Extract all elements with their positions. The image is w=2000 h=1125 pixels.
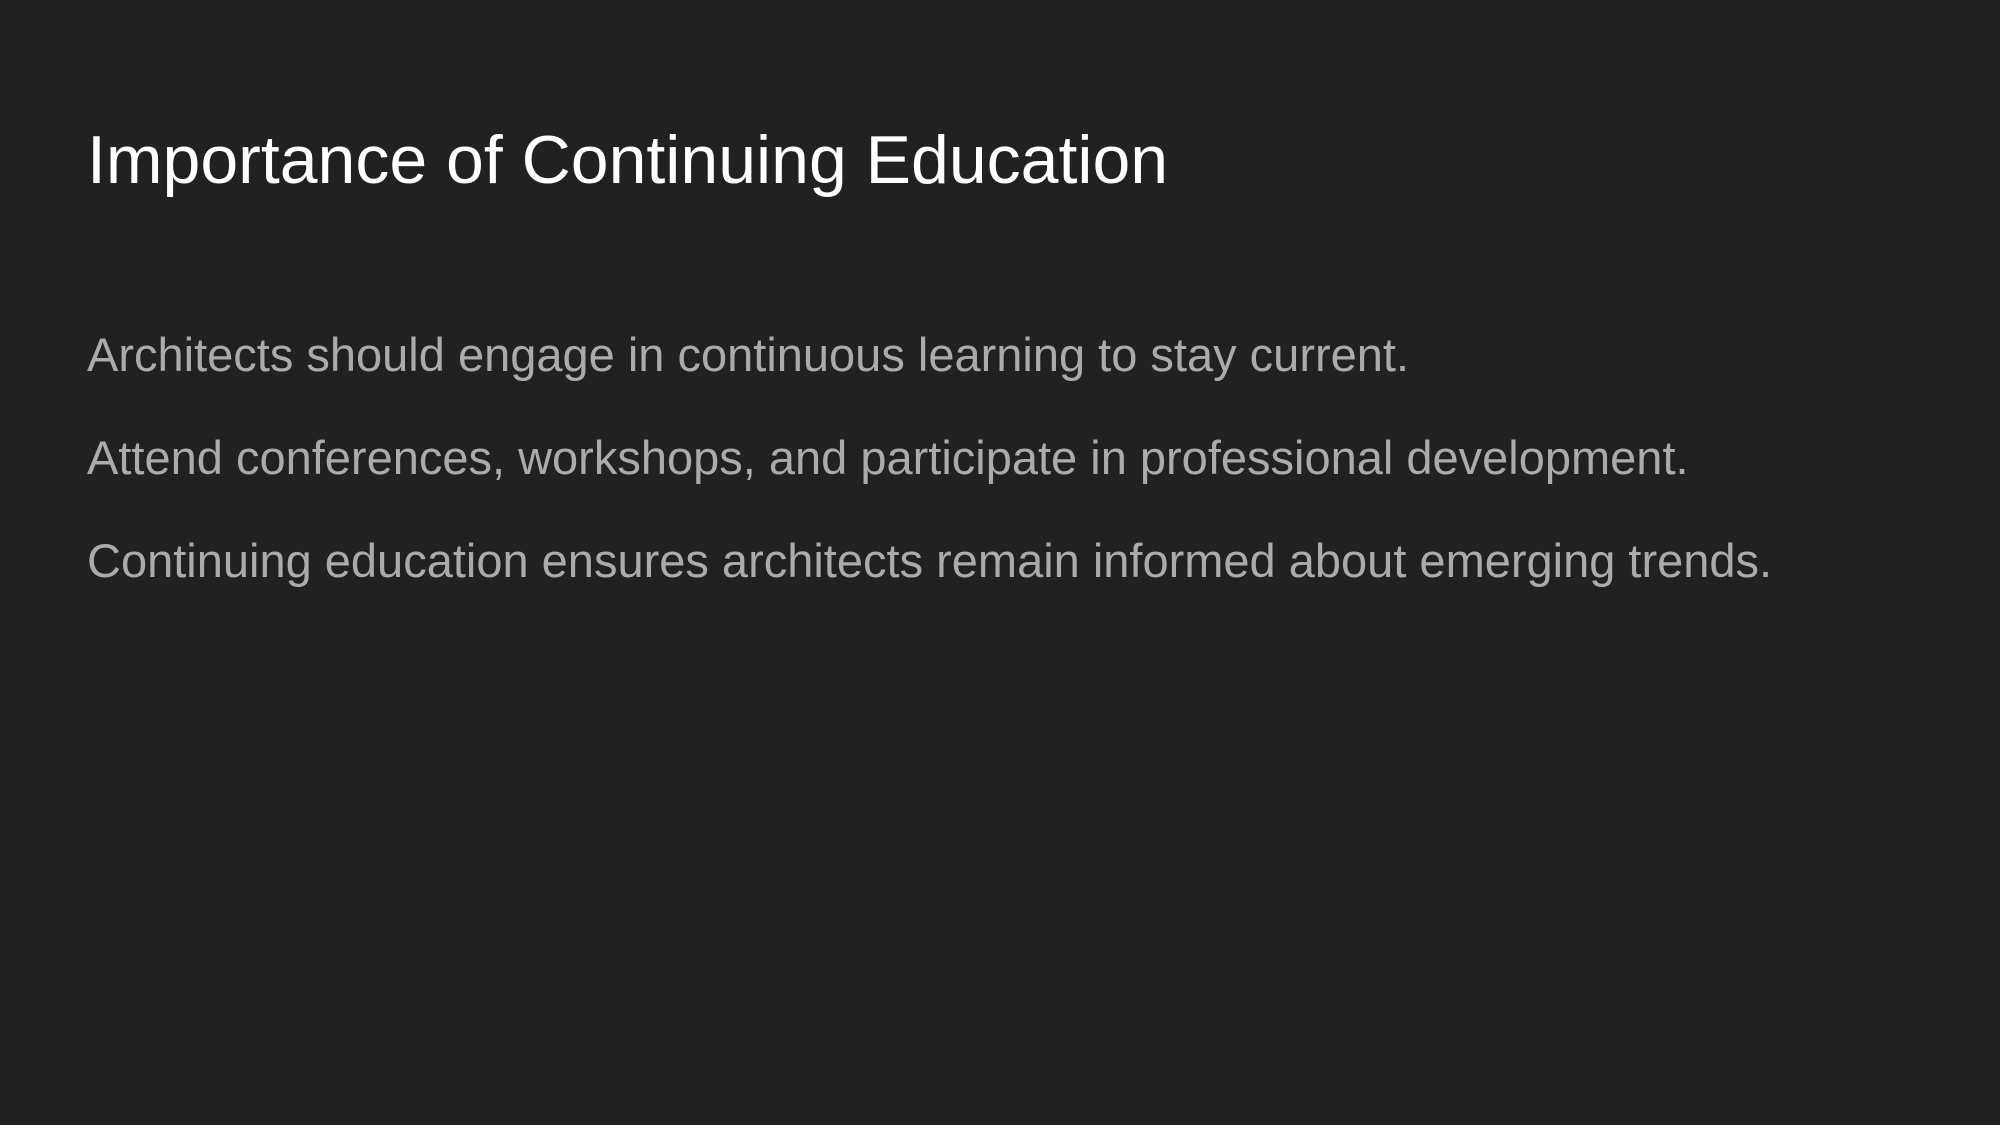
slide-body: Architects should engage in continuous l… — [87, 320, 1772, 629]
bullet-item: Attend conferences, workshops, and parti… — [87, 431, 1689, 484]
bullet-item: Architects should engage in continuous l… — [87, 328, 1410, 381]
slide-title: Importance of Continuing Education — [87, 122, 1169, 198]
slide: Importance of Continuing Education Archi… — [0, 0, 2000, 1125]
bullet-item: Continuing education ensures architects … — [87, 534, 1773, 587]
